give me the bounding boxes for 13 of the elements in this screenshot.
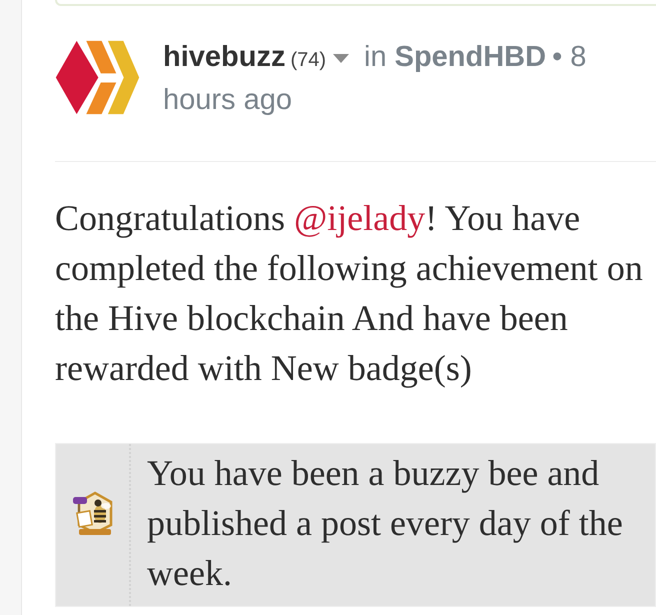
- preposition-text: in: [364, 40, 387, 75]
- badge-description: You have been a buzzy bee and published a post every day of the week.: [146, 452, 624, 595]
- post-time[interactable]: hours ago: [163, 80, 292, 120]
- hive-logo-icon[interactable]: [55, 40, 140, 115]
- body-paragraph: Congratulations @ijelady! You have completed the following achievement on the Hive blockchain And have been rewarded with New badge(s): [55, 197, 644, 390]
- bee-badge-icon: [70, 491, 114, 537]
- mention-link[interactable]: @ijelady: [294, 198, 426, 238]
- author-reputation: (74): [290, 48, 326, 73]
- caret-icon[interactable]: [333, 54, 350, 63]
- community-link[interactable]: SpendHBD: [394, 37, 546, 77]
- separator-text: •: [552, 40, 562, 75]
- author-link[interactable]: hivebuzz: [163, 37, 286, 77]
- post-time[interactable]: 8: [570, 37, 586, 77]
